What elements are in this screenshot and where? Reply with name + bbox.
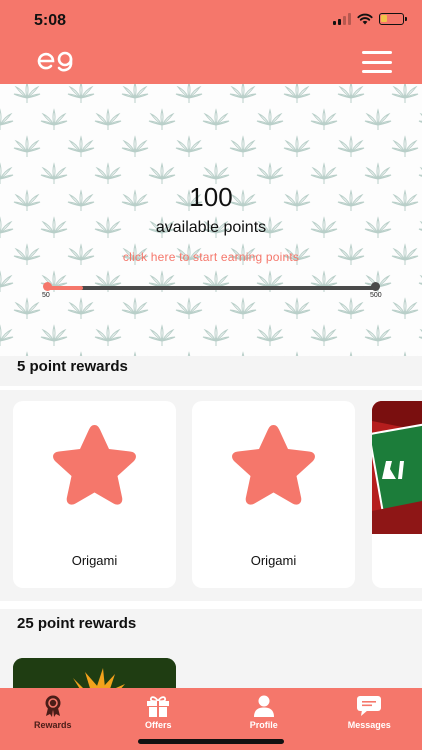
signal-icon	[333, 13, 351, 25]
section-title-25-point: 25 point rewards	[17, 615, 137, 632]
home-indicator	[138, 739, 284, 744]
tab-label: Offers	[144, 720, 172, 730]
progress-end-dot	[371, 282, 380, 291]
battery-icon	[379, 13, 407, 25]
tab-label: Rewards	[33, 720, 72, 730]
status-icons	[333, 13, 407, 25]
tab-messages[interactable]: Messages	[317, 688, 422, 750]
wifi-icon	[357, 13, 373, 25]
reward-card-origami[interactable]: Origami	[192, 401, 355, 588]
star-icon	[232, 425, 315, 505]
progress-min-label: 50	[42, 292, 50, 299]
progress-max-label: 500	[370, 292, 382, 299]
hamburger-menu-icon[interactable]	[362, 51, 392, 73]
reward-card-image	[372, 401, 422, 534]
points-progress-fill	[47, 286, 84, 290]
person-icon	[253, 695, 274, 717]
app-header	[0, 40, 422, 84]
points-panel: 100 available points click here to start…	[0, 84, 422, 356]
status-time: 5:08	[34, 12, 67, 29]
progress-start-dot	[43, 282, 52, 291]
reward-card-partial[interactable]	[372, 401, 422, 588]
e9-logo	[37, 51, 73, 72]
reward-card-origami[interactable]: Origami	[13, 401, 176, 588]
gift-icon	[147, 696, 170, 717]
points-value: 100	[189, 182, 233, 212]
tab-rewards[interactable]: Rewards	[0, 688, 106, 750]
section-divider	[0, 386, 422, 390]
tab-label: Messages	[347, 720, 391, 730]
earn-points-link[interactable]: click here to start earning points	[0, 250, 422, 264]
tab-label: Profile	[249, 720, 278, 730]
reward-card-name: Origami	[71, 553, 118, 568]
section-divider	[0, 601, 422, 609]
points-label: available points	[155, 219, 267, 236]
award-icon	[45, 695, 61, 717]
points-progress-bar	[47, 286, 375, 290]
reward-card-name: Origami	[250, 553, 297, 568]
chat-icon	[357, 696, 382, 716]
section-title-5-point: 5 point rewards	[17, 358, 128, 375]
star-icon	[53, 425, 136, 505]
status-bar: 5:08	[0, 0, 422, 40]
